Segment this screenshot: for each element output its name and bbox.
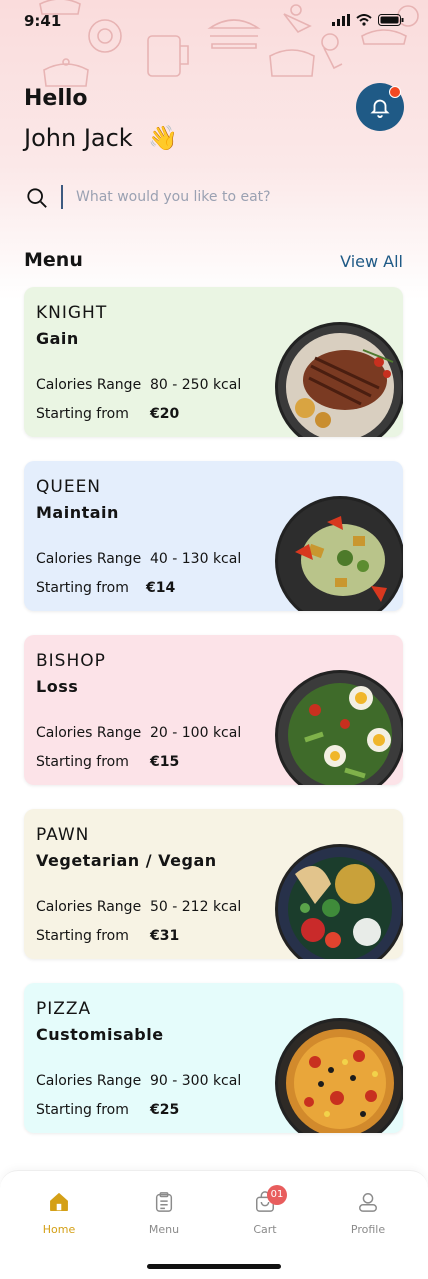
menu-card-tier: BISHOP (36, 651, 106, 671)
menu-card-price: €15 (150, 754, 180, 770)
menu-card-pizza[interactable]: PIZZA Customisable Calories Range 90 - 3… (24, 983, 403, 1133)
home-indicator (147, 1264, 281, 1269)
calories-range-label: Calories Range (36, 1073, 142, 1089)
menu-card-goal: Gain (36, 329, 79, 348)
menu-card-pawn[interactable]: PAWN Vegetarian / Vegan Calories Range 5… (24, 809, 403, 959)
tab-menu[interactable]: Menu (124, 1191, 204, 1236)
calories-range-value: 90 - 300 kcal (150, 1073, 242, 1089)
menu-card-goal: Vegetarian / Vegan (36, 851, 217, 870)
search-icon (27, 188, 47, 208)
bottom-tab-bar: Home Menu 01 Cart Profile (0, 1170, 428, 1279)
calories-range-label: Calories Range (36, 725, 142, 741)
menu-card-price: €20 (150, 406, 180, 422)
tab-cart[interactable]: 01 Cart (225, 1185, 305, 1236)
calories-range-label: Calories Range (36, 551, 142, 567)
menu-card-tier: KNIGHT (36, 303, 108, 323)
menu-card-tier: PIZZA (36, 999, 92, 1019)
tab-profile[interactable]: Profile (328, 1191, 408, 1236)
menu-card-goal: Customisable (36, 1025, 164, 1044)
tab-label: Home (42, 1223, 76, 1236)
menu-card-goal: Loss (36, 677, 79, 696)
salad-dish-image (275, 496, 403, 611)
bell-icon (370, 99, 390, 118)
calories-range-value: 50 - 212 kcal (150, 899, 242, 915)
notification-dot (389, 86, 401, 98)
starting-from-label: Starting from (36, 406, 129, 422)
calories-range-label: Calories Range (36, 377, 142, 393)
menu-card-tier: QUEEN (36, 477, 102, 497)
menu-card-knight[interactable]: KNIGHT Gain Calories Range 80 - 250 kcal… (24, 287, 403, 437)
search-cursor (61, 185, 63, 209)
user-name-line: John Jack 👋 (24, 124, 178, 152)
status-bar: 9:41 (24, 12, 404, 34)
pizza-dish-image (275, 1018, 403, 1133)
menu-card-price: €14 (146, 580, 176, 596)
calories-range-value: 40 - 130 kcal (150, 551, 242, 567)
calories-range-value: 80 - 250 kcal (150, 377, 242, 393)
menu-card-bishop[interactable]: BISHOP Loss Calories Range 20 - 100 kcal… (24, 635, 403, 785)
status-icons (332, 14, 404, 26)
user-name: John Jack (24, 124, 133, 152)
steak-dish-image (275, 322, 403, 437)
menu-card-goal: Maintain (36, 503, 119, 522)
tab-label: Profile (350, 1223, 386, 1236)
cart-count-badge: 01 (267, 1185, 287, 1205)
egg-salad-dish-image (275, 670, 403, 785)
starting-from-label: Starting from (36, 580, 129, 596)
tab-label: Cart (253, 1223, 277, 1236)
menu-card-tier: PAWN (36, 825, 90, 845)
calories-range-value: 20 - 100 kcal (150, 725, 242, 741)
search-bar[interactable]: What would you like to eat? (24, 183, 404, 213)
starting-from-label: Starting from (36, 754, 129, 770)
menu-card-queen[interactable]: QUEEN Maintain Calories Range 40 - 130 k… (24, 461, 403, 611)
menu-card-price: €31 (150, 928, 180, 944)
wave-emoji: 👋 (148, 124, 179, 152)
clipboard-icon (155, 1192, 173, 1212)
signal-icon (332, 14, 350, 26)
view-all-link[interactable]: View All (340, 252, 403, 271)
notifications-button[interactable] (356, 83, 404, 131)
greeting-text: Hello (24, 86, 88, 111)
status-time: 9:41 (24, 12, 62, 30)
tab-label: Menu (148, 1223, 180, 1236)
wifi-icon (356, 14, 372, 26)
profile-icon (359, 1193, 377, 1212)
tab-home[interactable]: Home (19, 1191, 99, 1236)
search-input[interactable]: What would you like to eat? (76, 189, 271, 205)
home-icon (50, 1193, 68, 1211)
vegan-bowl-image (275, 844, 403, 959)
menu-section-title: Menu (24, 249, 83, 271)
starting-from-label: Starting from (36, 1102, 129, 1118)
starting-from-label: Starting from (36, 928, 129, 944)
battery-icon (378, 14, 404, 26)
calories-range-label: Calories Range (36, 899, 142, 915)
menu-card-price: €25 (150, 1102, 180, 1118)
